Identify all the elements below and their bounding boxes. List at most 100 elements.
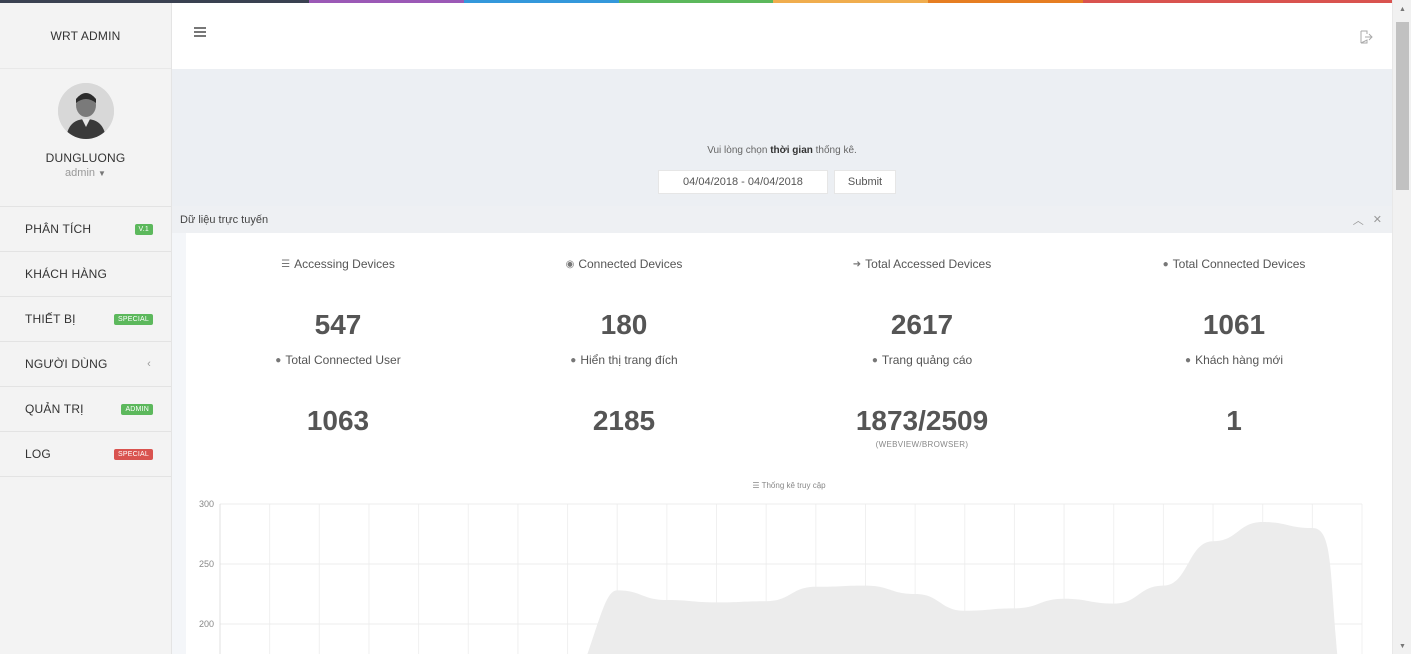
stat-value: 547 [314,309,362,340]
stat-label: ● Khách hàng mới [1089,353,1379,367]
sidebar: WRT ADMIN DUNGLUONG admin ▼ PHÂN TÍCH V.1… [0,3,172,654]
stat-value: 180 [600,309,648,340]
globe-icon: ● [871,354,878,366]
sidebar-item-0[interactable]: PHÂN TÍCH V.1 [0,207,171,252]
sidebar-item-4[interactable]: QUẢN TRỊ ADMIN [0,387,171,432]
stat-value: 1873/2509 [855,405,989,436]
stat-value: 2617 [890,309,954,340]
brand-title: WRT ADMIN [0,3,171,69]
color-strip-segment [773,0,929,3]
scroll-up-arrow-icon[interactable]: ▲ [1393,6,1411,13]
y-tick-label: 300 [199,499,214,509]
globe-icon: ● [570,354,577,366]
close-icon[interactable]: ✕ [1373,213,1382,226]
date-filter: Vui lòng chọn thời gian thống kê. Submit [172,69,1392,206]
stat-value-block: 1061 [1089,309,1379,341]
stat-value-block: 1 [1089,405,1379,437]
stat-label: ◉ Connected Devices [479,257,769,271]
eye-icon: ◉ [565,258,575,270]
scrollbar[interactable]: ▲ ▼ [1392,0,1411,654]
chart-area-series [587,522,1338,654]
filter-text-before: Vui lòng chọn [707,145,771,156]
sidebar-item-2[interactable]: THIẾT BỊ SPECIAL [0,297,171,342]
stat-value-block: 1873/2509 (WEBVIEW/BROWSER) [777,405,1067,449]
user-profile: DUNGLUONG admin ▼ [0,69,171,207]
wifi-icon: ☰ [281,258,291,270]
sign-out-icon[interactable] [1358,29,1374,45]
sign-in-icon: ➜ [852,258,862,270]
sidebar-item-label: QUẢN TRỊ [25,402,84,416]
sidebar-item-label: PHÂN TÍCH [25,222,92,236]
chart-title: ☰ Thống kê truy cập [186,481,1392,490]
user-role: admin [65,167,96,179]
chevron-up-icon[interactable]: ︿ [1353,212,1364,228]
access-chart: ☰ Thống kê truy cập 300 250 200 [186,476,1392,654]
stat-label: ☰ Accessing Devices [193,257,483,271]
stat-label: ● Trang quảng cáo [777,353,1067,367]
color-strip-segment [309,0,465,3]
stat-label-text: Trang quảng cáo [881,353,973,367]
user-role-dropdown[interactable]: admin ▼ [65,167,106,179]
sidebar-item-badge: SPECIAL [114,448,153,460]
stat-value: 1061 [1202,309,1266,340]
color-strip-segment [464,0,619,3]
wifi-icon: ☰ [752,481,760,490]
globe-icon: ● [1162,258,1169,270]
sidebar-nav: PHÂN TÍCH V.1 KHÁCH HÀNG THIẾT BỊ SPECIAL NGƯ… [0,207,171,477]
color-strip-segment [154,0,310,3]
submit-button[interactable]: Submit [834,170,896,194]
sidebar-item-badge: V.1 [134,223,153,235]
user-name: DUNGLUONG [45,151,126,165]
stat-value: 2185 [592,405,656,436]
top-bar [172,3,1392,69]
hamburger-icon[interactable] [194,27,206,37]
stat-label-text: Total Connected User [285,353,401,367]
scroll-thumb[interactable] [1396,22,1409,190]
panel-title: Dữ liệu trực tuyến [180,213,269,226]
stat-label-text: Khách hàng mới [1195,353,1283,367]
stat-label: ● Hiển thị trang đích [479,353,769,367]
sidebar-item-label: NGƯỜI DÙNG [25,357,108,371]
filter-text-bold: thời gian [770,145,813,156]
color-strip-segment [0,0,155,3]
caret-down-icon: ▼ [98,168,106,178]
sidebar-item-badge: SPECIAL [114,313,153,325]
scroll-down-arrow-icon[interactable]: ▼ [1393,643,1411,650]
stat-label-text: Total Connected Devices [1172,257,1306,271]
stat-label: ● Total Connected User [193,353,483,367]
top-color-strip [0,0,1393,3]
color-strip-segment [928,0,1083,3]
date-range-input[interactable] [658,170,828,194]
stat-sub-label: (WEBVIEW/BROWSER) [875,440,969,449]
stat-value-block: 2617 [777,309,1067,341]
y-tick-label: 200 [199,619,214,629]
stat-value: 1 [1226,405,1242,436]
chart-svg: 300 250 200 [199,499,1363,654]
chart-title-text: Thống kê truy cập [761,481,826,490]
filter-instruction: Vui lòng chọn thời gian thống kê. [172,145,1392,156]
color-strip-segment [1082,0,1238,3]
stat-label-text: Hiển thị trang đích [580,353,678,367]
sidebar-item-5[interactable]: LOG SPECIAL [0,432,171,477]
sidebar-item-label: KHÁCH HÀNG [25,267,108,281]
stat-label-text: Connected Devices [578,257,683,271]
stat-value-block: 180 [479,309,769,341]
sidebar-item-1[interactable]: KHÁCH HÀNG [0,252,171,297]
stat-label-text: Accessing Devices [294,257,395,271]
panel-header: Dữ liệu trực tuyến ︿ ✕ [172,206,1392,233]
avatar[interactable] [57,83,114,139]
sidebar-item-badge: ADMIN [121,403,153,415]
globe-icon: ● [275,354,282,366]
stat-value: 1063 [306,405,370,436]
stat-value-block: 1063 [193,405,483,437]
filter-controls: Submit [658,170,896,194]
y-tick-label: 250 [199,559,214,569]
chevron-left-icon: ‹ [147,358,151,370]
sidebar-item-label: THIẾT BỊ [25,312,76,326]
stat-value-block: 2185 [479,405,769,437]
color-strip-segment [1237,0,1393,3]
user-photo-icon [57,83,114,139]
globe-icon: ● [1185,354,1192,366]
sidebar-item-label: LOG [25,447,51,461]
sidebar-item-3[interactable]: NGƯỜI DÙNG ‹ [0,342,171,387]
